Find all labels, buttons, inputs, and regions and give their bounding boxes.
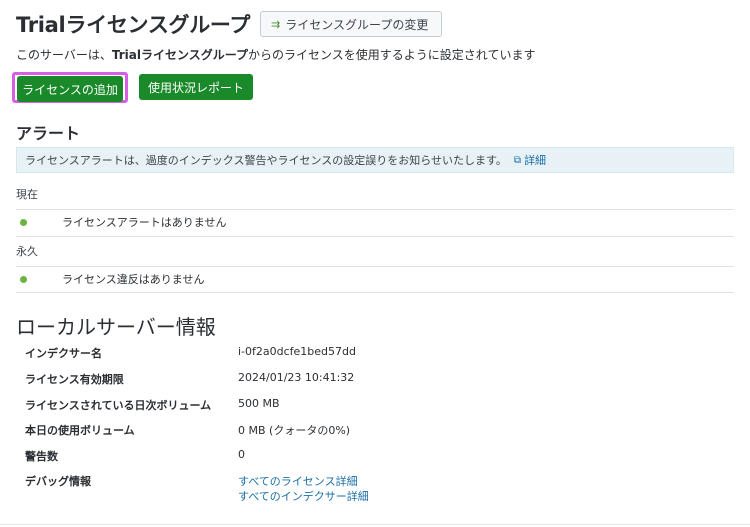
current-alert-message: ライセンスアラートはありません [62, 216, 227, 229]
usage-report-button[interactable]: 使用状況レポート [139, 74, 253, 100]
add-license-button[interactable]: ライセンスの追加 [17, 76, 123, 102]
all-license-details-link[interactable]: すべてのライセンス詳細 [238, 473, 358, 489]
status-ok-icon [20, 275, 27, 283]
alerts-heading: アラート [16, 124, 81, 143]
info-value: 2024/01/23 10:41:32 [238, 371, 355, 384]
external-link-icon: ⧉ [513, 154, 522, 166]
info-key: デバッグ情報 [25, 475, 91, 488]
all-indexer-details-link[interactable]: すべてのインデクサー詳細 [238, 488, 369, 504]
current-alert-row: ライセンスアラートはありません [16, 209, 734, 235]
divider [16, 236, 734, 237]
license-page: Trialライセンスグループ ⇉ ライセンスグループの変更 このサーバーは、Tr… [0, 0, 750, 527]
details-link[interactable]: ⧉ 詳細 [514, 152, 546, 168]
details-link-label: 詳細 [524, 154, 547, 167]
permanent-label: 永久 [16, 245, 38, 258]
info-key: インデクサー名 [25, 347, 102, 360]
info-key: 警告数 [25, 450, 58, 463]
info-value: i-0f2a0dcfe1bed57dd [238, 345, 356, 358]
add-license-highlight: ライセンスの追加 [12, 72, 128, 103]
subtitle-group-name: Trialライセンスグループ [111, 48, 249, 62]
info-value: 0 MB (クォータの0%) [238, 424, 351, 437]
info-key: ライセンスされている日次ボリューム [25, 399, 212, 412]
current-label: 現在 [16, 188, 38, 201]
info-key: ライセンス有効期限 [25, 373, 124, 386]
alerts-info-box: ライセンスアラートは、過度のインデックス警告やライセンスの設定誤りをお知らせいた… [16, 147, 734, 173]
alerts-info-text: ライセンスアラートは、過度のインデックス警告やライセンスの設定誤りをお知らせいた… [25, 154, 507, 167]
change-license-group-label: ライセンスグループの変更 [285, 17, 429, 32]
permanent-alert-row: ライセンス違反はありません [16, 266, 734, 292]
page-subtitle: このサーバーは、Trialライセンスグループからのライセンスを使用するように設定… [16, 48, 536, 62]
info-value: 500 MB [238, 397, 280, 410]
info-value: 0 [238, 448, 245, 461]
server-info-heading: ローカルサーバー情報 [16, 315, 216, 339]
change-license-group-button[interactable]: ⇉ ライセンスグループの変更 [260, 11, 443, 37]
title-row: Trialライセンスグループ ⇉ ライセンスグループの変更 [16, 9, 443, 39]
page-title: Trialライセンスグループ [16, 13, 251, 37]
page-bottom-divider [0, 524, 750, 525]
swap-arrows-icon: ⇉ [271, 17, 281, 31]
divider [16, 292, 734, 293]
info-key: 本日の使用ボリューム [25, 424, 135, 437]
permanent-alert-message: ライセンス違反はありません [62, 273, 205, 286]
status-ok-icon [20, 218, 27, 226]
